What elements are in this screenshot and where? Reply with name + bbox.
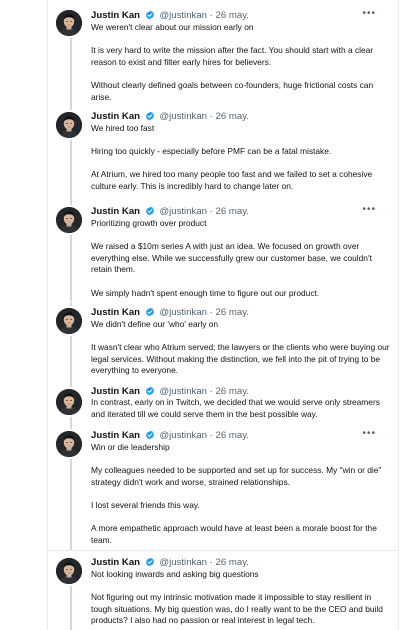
tweet-header: Justin Kan @justinkan · 26 may. ••• <box>91 427 390 443</box>
tweet[interactable]: Justin Kan @justinkan · 26 may. Not look… <box>48 550 398 630</box>
tweet-paragraph: Without clearly defined goals between co… <box>91 79 374 102</box>
tweet-date[interactable]: 26 may. <box>216 386 249 397</box>
separator: · <box>209 10 213 21</box>
thread-connector <box>70 336 72 385</box>
profile-avatar-icon[interactable] <box>56 558 82 584</box>
separator: · <box>209 206 213 217</box>
author-name[interactable]: Justin Kan <box>91 111 140 122</box>
tweet-header: Justin Kan @justinkan · 26 may. ••• <box>91 203 390 219</box>
tweet-date[interactable]: 26 may. <box>216 307 249 318</box>
tweet-paragraph: I lost several friends this way. <box>91 499 200 510</box>
thread-connector <box>70 106 72 110</box>
separator: · <box>209 557 213 568</box>
tweet-paragraph: At Atrium, we hired too many people too … <box>91 169 373 191</box>
author-name[interactable]: Justin Kan <box>91 10 140 21</box>
tweet-paragraph: We didn't define our 'who' early on <box>91 319 219 329</box>
tweet-text: We hired too fast Hiring too quickly - e… <box>91 123 391 193</box>
thread-connector <box>70 302 72 306</box>
tweet-paragraph: Hiring too quickly - especially before P… <box>91 146 332 157</box>
author-handle[interactable]: @justinkan <box>159 386 207 397</box>
tweet[interactable]: Justin Kan @justinkan · 26 may. In contr… <box>48 385 398 425</box>
tweet-paragraph: In contrast, early on in Twitch, we deci… <box>91 397 380 419</box>
author-handle[interactable]: @justinkan <box>159 206 207 217</box>
author-handle[interactable]: @justinkan <box>159 430 207 441</box>
tweet-paragraph: It is very hard to write the mission aft… <box>91 45 374 67</box>
more-options-icon[interactable]: ••• <box>362 7 376 21</box>
tweet-paragraph: We simply hadn't spent enough time to fi… <box>91 287 320 298</box>
tweet-paragraph: My colleagues needed to be supported and… <box>91 465 382 487</box>
tweet-text: In contrast, early on in Twitch, we deci… <box>91 397 391 420</box>
tweet-text: We weren't clear about our mission early… <box>91 22 391 103</box>
profile-avatar-icon[interactable] <box>56 207 82 233</box>
profile-avatar-icon[interactable] <box>56 389 82 415</box>
tweet-text: Not looking inwards and asking big quest… <box>91 569 391 627</box>
tweet-paragraph: We raised a $10m series A with just an i… <box>91 241 372 275</box>
profile-avatar-icon[interactable] <box>56 112 82 138</box>
tweet-paragraph: Prioritizing growth over product <box>91 218 207 228</box>
tweet[interactable]: Justin Kan @justinkan · 26 may. ••• Prio… <box>48 201 398 301</box>
separator: · <box>209 111 213 122</box>
tweet[interactable]: Justin Kan @justinkan · 26 may. We didn'… <box>48 302 398 385</box>
tweet-paragraph: A more empathetic approach would have at… <box>91 523 377 545</box>
tweet[interactable]: Justin Kan @justinkan · 26 may. ••• Win … <box>48 425 398 550</box>
tweet-header: Justin Kan @justinkan · 26 may. <box>91 110 390 124</box>
thread-connector <box>70 385 72 387</box>
profile-avatar-icon[interactable] <box>56 431 82 457</box>
profile-avatar-icon[interactable] <box>56 10 82 36</box>
author-name[interactable]: Justin Kan <box>91 430 140 441</box>
author-name[interactable]: Justin Kan <box>91 557 140 568</box>
thread-connector <box>70 235 72 301</box>
tweet-header: Justin Kan @justinkan · 26 may. ••• <box>91 7 390 23</box>
thread-connector <box>70 38 72 106</box>
tweet-paragraph: Not figuring out my intrinsic motivation… <box>91 592 383 626</box>
separator: · <box>209 386 213 397</box>
tweet-date[interactable]: 26 may. <box>216 206 249 217</box>
tweet-date[interactable]: 26 may. <box>216 430 249 441</box>
tweet-text: Win or die leadership My colleagues need… <box>91 442 391 546</box>
thread-connector <box>70 140 72 201</box>
tweet-header: Justin Kan @justinkan · 26 may. <box>91 556 390 570</box>
tweet-thread: Justin Kan @justinkan · 26 may. ••• We w… <box>47 0 399 630</box>
tweet-paragraph: Not looking inwards and asking big quest… <box>91 569 259 579</box>
tweet-paragraph: We weren't clear about our mission early… <box>91 22 254 32</box>
tweet-header: Justin Kan @justinkan · 26 may. <box>91 306 390 320</box>
separator: · <box>209 430 213 441</box>
thread-connector <box>70 201 72 205</box>
thread-connector <box>70 459 72 550</box>
author-handle[interactable]: @justinkan <box>159 557 207 568</box>
tweet[interactable]: Justin Kan @justinkan · 26 may. ••• We w… <box>48 0 398 106</box>
profile-avatar-icon[interactable] <box>56 308 82 334</box>
thread-connector <box>70 586 72 630</box>
author-handle[interactable]: @justinkan <box>159 10 207 21</box>
tweet-date[interactable]: 26 may. <box>216 10 249 21</box>
tweet[interactable]: Justin Kan @justinkan · 26 may. We hired… <box>48 106 398 201</box>
author-name[interactable]: Justin Kan <box>91 386 140 397</box>
tweet-date[interactable]: 26 may. <box>216 111 249 122</box>
tweet-date[interactable]: 26 may. <box>216 557 249 568</box>
tweet-paragraph: It wasn't clear who Atrium served; the l… <box>91 342 390 376</box>
tweet-paragraph: Win or die leadership <box>91 442 170 452</box>
tweet-paragraph: We hired too fast <box>91 123 155 133</box>
tweet-text: Prioritizing growth over product We rais… <box>91 218 391 299</box>
thread-connector <box>70 425 72 429</box>
divider <box>48 550 398 551</box>
more-options-icon[interactable]: ••• <box>362 203 376 217</box>
author-name[interactable]: Justin Kan <box>91 206 140 217</box>
author-name[interactable]: Justin Kan <box>91 307 140 318</box>
tweet-text: We didn't define our 'who' early on It w… <box>91 319 391 377</box>
thread-connector <box>70 417 72 425</box>
separator: · <box>209 307 213 318</box>
author-handle[interactable]: @justinkan <box>159 111 207 122</box>
more-options-icon[interactable]: ••• <box>362 427 376 441</box>
author-handle[interactable]: @justinkan <box>159 307 207 318</box>
